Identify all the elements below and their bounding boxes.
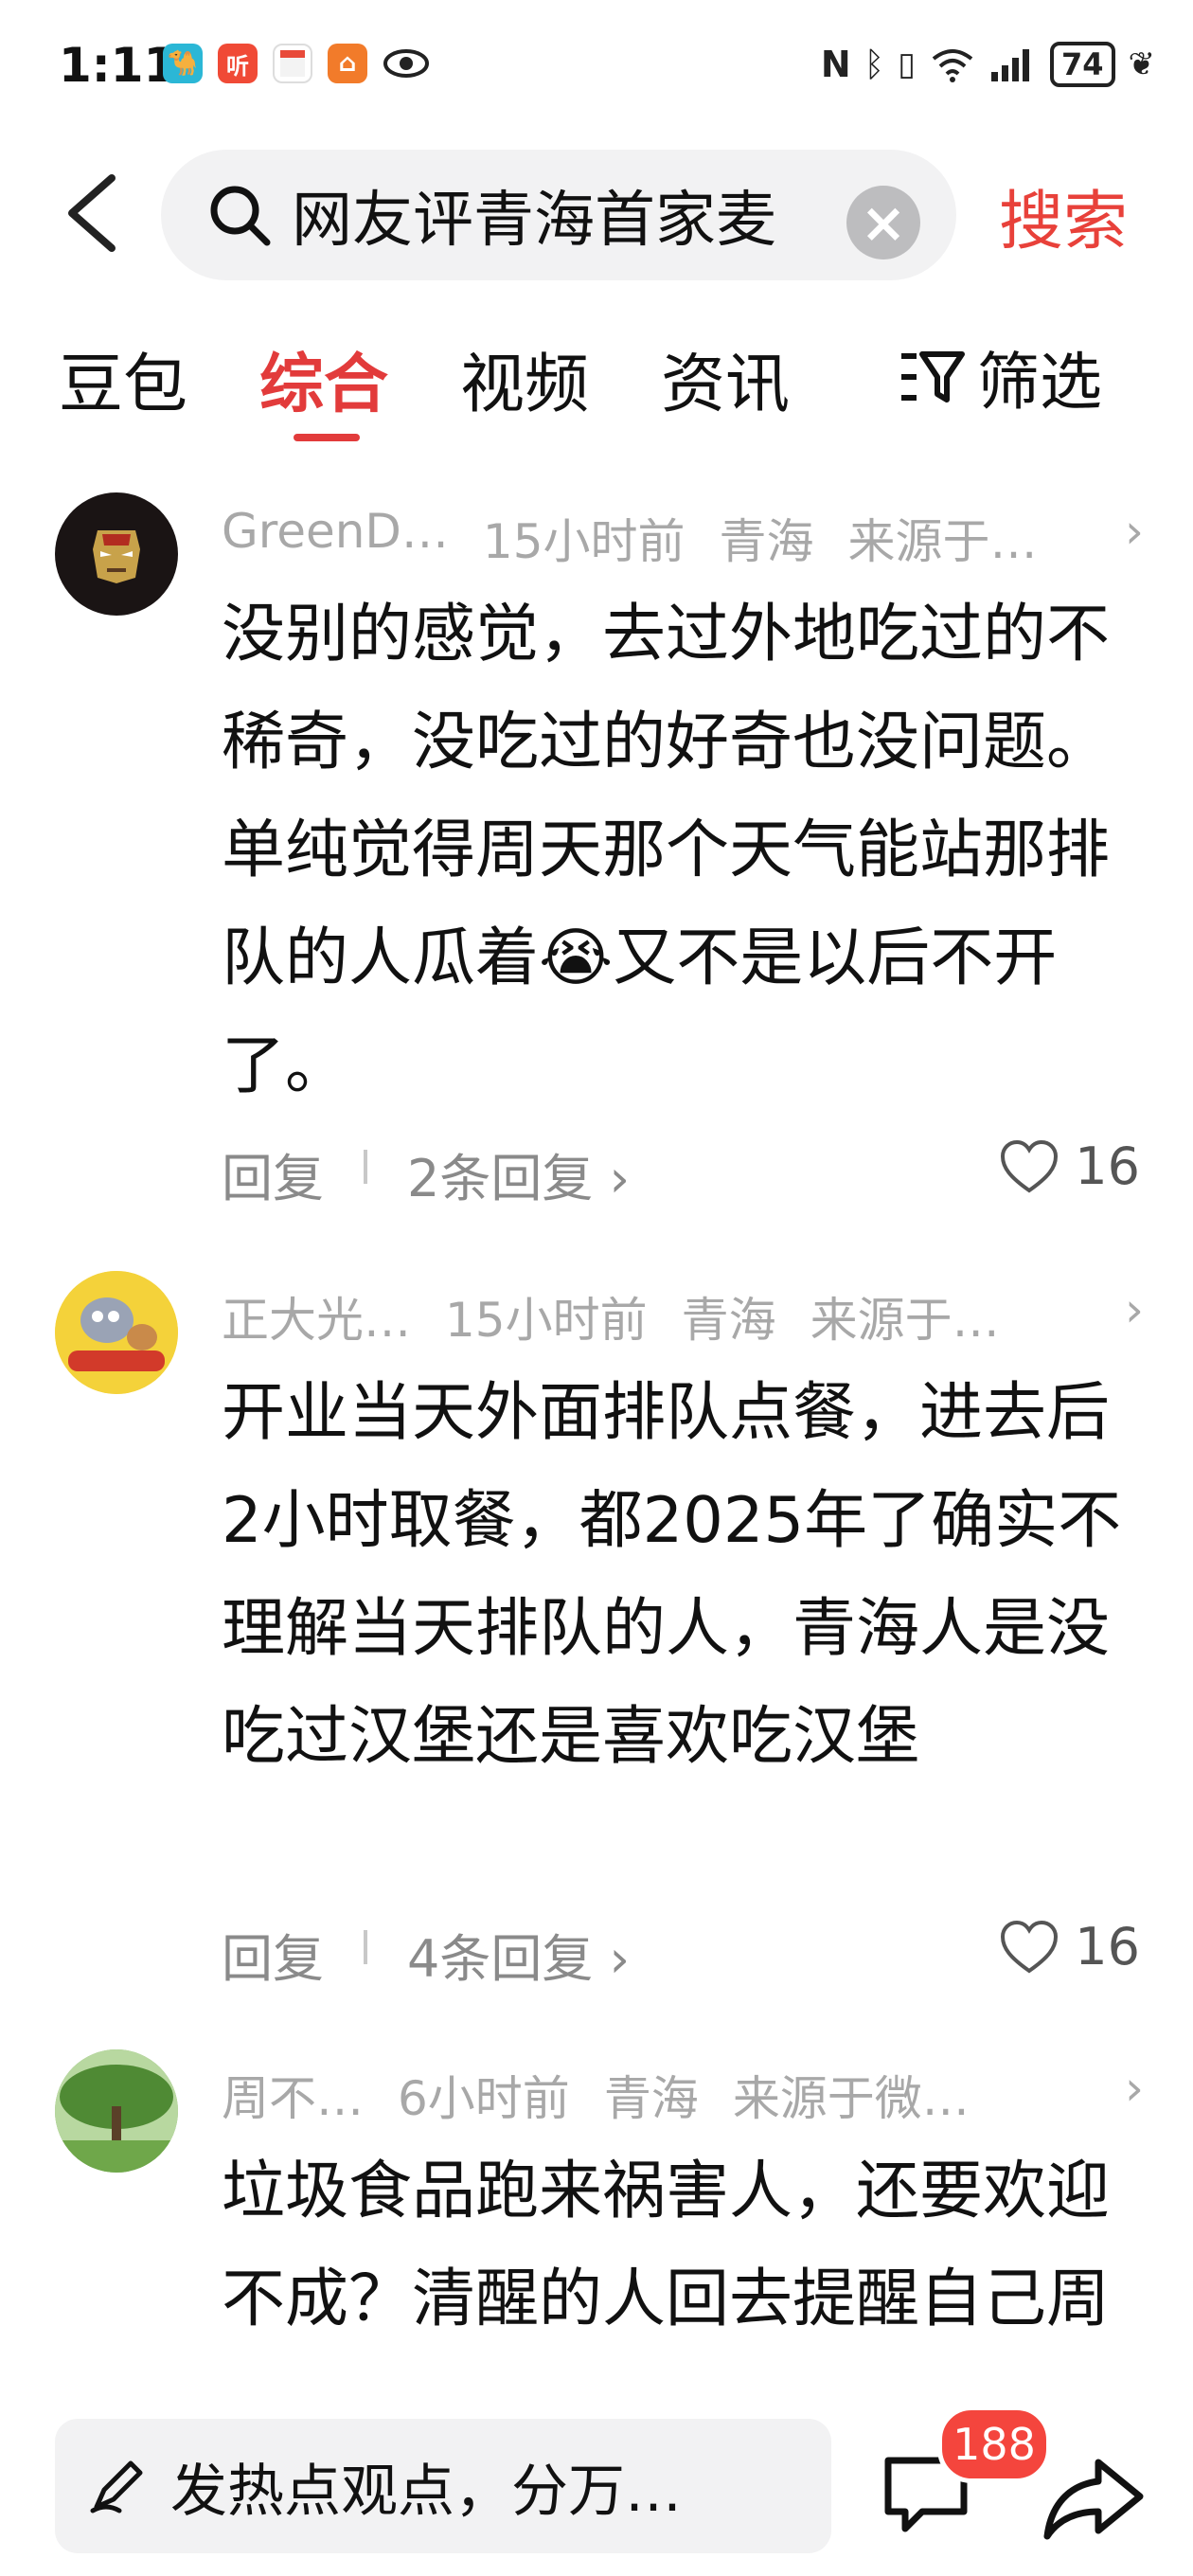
search-button[interactable]: 搜索 [999, 169, 1128, 262]
tab-comprehensive[interactable]: 综合 [259, 331, 388, 425]
avatar[interactable] [55, 2049, 178, 2173]
eye-icon [383, 49, 429, 78]
avatar[interactable] [55, 1271, 178, 1394]
filter-icon [901, 351, 965, 402]
comment-text: 垃圾食品跑来祸害人，还要欢迎不成？清醒的人回去提醒自己周围的亲友不去消费就行 [222, 2154, 1110, 2371]
ironman-avatar-icon [93, 530, 140, 583]
source: 来源于… [810, 1293, 1000, 1348]
timestamp: 15小时前 [482, 514, 686, 569]
view-replies-button[interactable]: 4条回复 › [407, 1917, 630, 1992]
search-input[interactable]: 网友评青海首家麦 × [161, 150, 956, 280]
bluetooth-icon: ᛒ [864, 45, 885, 84]
username[interactable]: 周不… [222, 2061, 364, 2129]
back-arrow-icon[interactable] [57, 170, 133, 256]
replies-count: 2条回复 [407, 1149, 594, 1208]
leaf-icon: ❦ [1128, 45, 1156, 83]
reply-button[interactable]: 回复 [222, 1136, 324, 1211]
reply-button[interactable]: 回复 [222, 1917, 324, 1992]
like-button[interactable]: 16 [999, 1136, 1140, 1196]
view-replies-button[interactable]: 2条回复 › [407, 1136, 630, 1211]
search-icon [210, 186, 271, 246]
search-bar-row: 网友评青海首家麦 × 搜索 [0, 142, 1193, 284]
pen-icon [90, 2460, 143, 2513]
status-bar: 1:11 🐪 听 ⌂ N ᛒ ▯ 74 ❦ [0, 0, 1193, 133]
bottom-bar: 发热点观点，分万… 188 [0, 2406, 1193, 2576]
notification-icons: 🐪 听 ⌂ [163, 44, 430, 83]
share-icon[interactable] [1042, 2453, 1146, 2544]
tab-doubao[interactable]: 豆包 [59, 331, 187, 425]
avatar[interactable] [55, 492, 178, 616]
heart-icon [1001, 1920, 1059, 1973]
like-count: 16 [1075, 1136, 1140, 1196]
vibrate-icon: ▯ [898, 45, 916, 83]
source: 来源于… [847, 514, 1038, 569]
filter-label: 筛选 [977, 346, 1102, 419]
comment-count-badge: 188 [937, 2406, 1051, 2483]
chevron-right-icon[interactable]: › [1125, 1282, 1144, 1337]
clock: 1:11 [59, 38, 177, 93]
source: 来源于微… [732, 2071, 970, 2126]
comment-text: 没别的感觉，去过外地吃过的不稀奇，没吃过的好奇也没问题。单纯觉得周天那个天气能站… [222, 597, 1110, 1102]
calendar-app-icon [273, 44, 312, 83]
comment-input[interactable]: 发热点观点，分万… [55, 2419, 831, 2553]
home-app-icon: ⌂ [328, 44, 367, 83]
listen-app-icon: 听 [218, 44, 258, 83]
clear-icon[interactable]: × [846, 186, 920, 259]
chevron-right-icon[interactable]: › [1125, 2061, 1144, 2116]
username[interactable]: GreenD… [222, 504, 449, 572]
comment-meta: 正大光… 15小时前 青海 来源于… [222, 1282, 1000, 1351]
heart-icon [1001, 1139, 1059, 1192]
comment-meta: GreenD… 15小时前 青海 来源于… [222, 504, 1038, 572]
signal-icon [990, 49, 1029, 81]
region: 青海 [603, 2071, 699, 2126]
tab-news[interactable]: 资讯 [661, 331, 790, 425]
timestamp: 6小时前 [398, 2071, 570, 2126]
divider [364, 1150, 367, 1184]
timestamp: 15小时前 [445, 1293, 648, 1348]
camel-app-icon: 🐪 [163, 44, 203, 83]
result-tabs: 豆包 综合 视频 资讯 筛选 [0, 322, 1193, 455]
like-button[interactable]: 16 [999, 1917, 1140, 1977]
comment-text: 开业当天外面排队点餐，进去后2小时取餐，都2025年了确实不理解当天排队的人，青… [222, 1375, 1122, 1773]
search-query-text[interactable]: 网友评青海首家麦 [292, 171, 784, 259]
comment-item: 周不… 6小时前 青海 来源于微… › 垃圾食品跑来祸害人，还要欢迎不成？清醒的… [0, 2049, 1193, 2371]
like-count: 16 [1075, 1917, 1140, 1977]
battery-icon: 74 [1049, 42, 1115, 87]
tree-avatar-icon [55, 2049, 178, 2173]
comment-meta: 周不… 6小时前 青海 来源于微… [222, 2061, 970, 2129]
chevron-right-icon[interactable]: › [1125, 504, 1144, 559]
region: 青海 [681, 1293, 776, 1348]
replies-count: 4条回复 [407, 1929, 594, 1989]
tom-jerry-avatar-icon [55, 1271, 178, 1394]
system-icons: N ᛒ ▯ 74 ❦ [821, 42, 1155, 87]
tab-video[interactable]: 视频 [460, 331, 589, 425]
region: 青海 [719, 514, 814, 569]
wifi-icon [932, 49, 973, 82]
active-tab-indicator [294, 434, 360, 441]
comment-placeholder: 发热点观点，分万… [170, 2458, 682, 2525]
username[interactable]: 正大光… [222, 1282, 411, 1351]
filter-button[interactable]: 筛选 [899, 331, 1102, 422]
nfc-icon: N [820, 44, 851, 85]
divider [364, 1930, 367, 1964]
